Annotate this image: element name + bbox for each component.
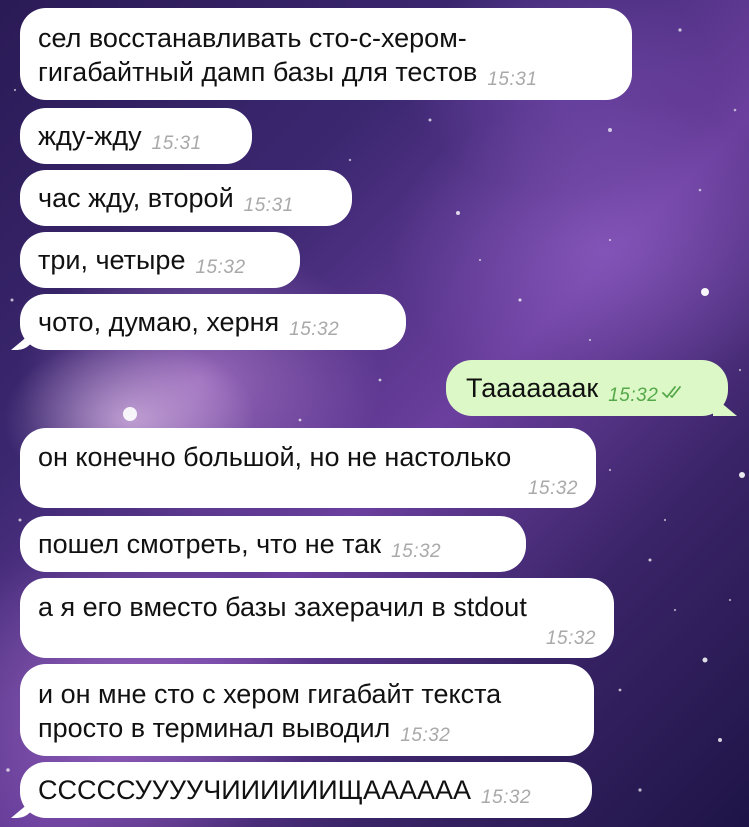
message-time: 15:31 [243, 195, 294, 216]
message-text: СССССУУУУЧИИИИИИЩАААААА [38, 775, 472, 805]
message-time: 15:31 [151, 133, 202, 154]
message-time: 15:32 [608, 385, 659, 406]
message-time: 15:32 [481, 787, 532, 808]
message-time: 15:32 [545, 628, 596, 649]
incoming-message[interactable]: сел восстанавливать сто-с-хером- гигабай… [20, 8, 632, 100]
outgoing-message[interactable]: Тааааааак 15:32 [446, 360, 728, 416]
incoming-message[interactable]: он конечно большой, но не настолько 15:3… [20, 428, 596, 508]
incoming-message[interactable]: а я его вместо базы захерачил в stdout 1… [20, 578, 614, 658]
message-time: 15:32 [195, 257, 246, 278]
message-time: 15:32 [289, 319, 340, 340]
message-text: сел восстанавливать сто-с-хером- гигабай… [38, 23, 478, 87]
incoming-message[interactable]: и он мне сто с хером гигабайт текста про… [20, 664, 594, 756]
message-time: 15:32 [527, 478, 578, 499]
message-time: 15:31 [487, 69, 538, 90]
incoming-message[interactable]: СССССУУУУЧИИИИИИЩАААААА 15:32 [20, 762, 592, 818]
message-text: жду-жду [38, 121, 142, 151]
double-check-icon [662, 374, 686, 408]
message-text: пошел смотреть, что не так [38, 529, 382, 559]
message-text: а я его вместо базы захерачил в stdout [38, 592, 527, 622]
incoming-message[interactable]: час жду, второй 15:31 [20, 170, 352, 226]
message-text: час жду, второй [38, 183, 234, 213]
incoming-message[interactable]: жду-жду 15:31 [20, 108, 252, 164]
message-text: он конечно большой, но не настолько [38, 442, 512, 472]
message-time: 15:32 [400, 725, 451, 746]
message-text: три, четыре [38, 245, 186, 275]
incoming-message[interactable]: пошел смотреть, что не так 15:32 [20, 516, 526, 572]
incoming-message[interactable]: три, четыре 15:32 [20, 232, 300, 288]
incoming-message[interactable]: чото, думаю, херня 15:32 [20, 294, 406, 350]
message-text: чото, думаю, херня [38, 307, 280, 337]
message-text: Тааааааак [466, 373, 599, 403]
message-time: 15:32 [391, 541, 442, 562]
